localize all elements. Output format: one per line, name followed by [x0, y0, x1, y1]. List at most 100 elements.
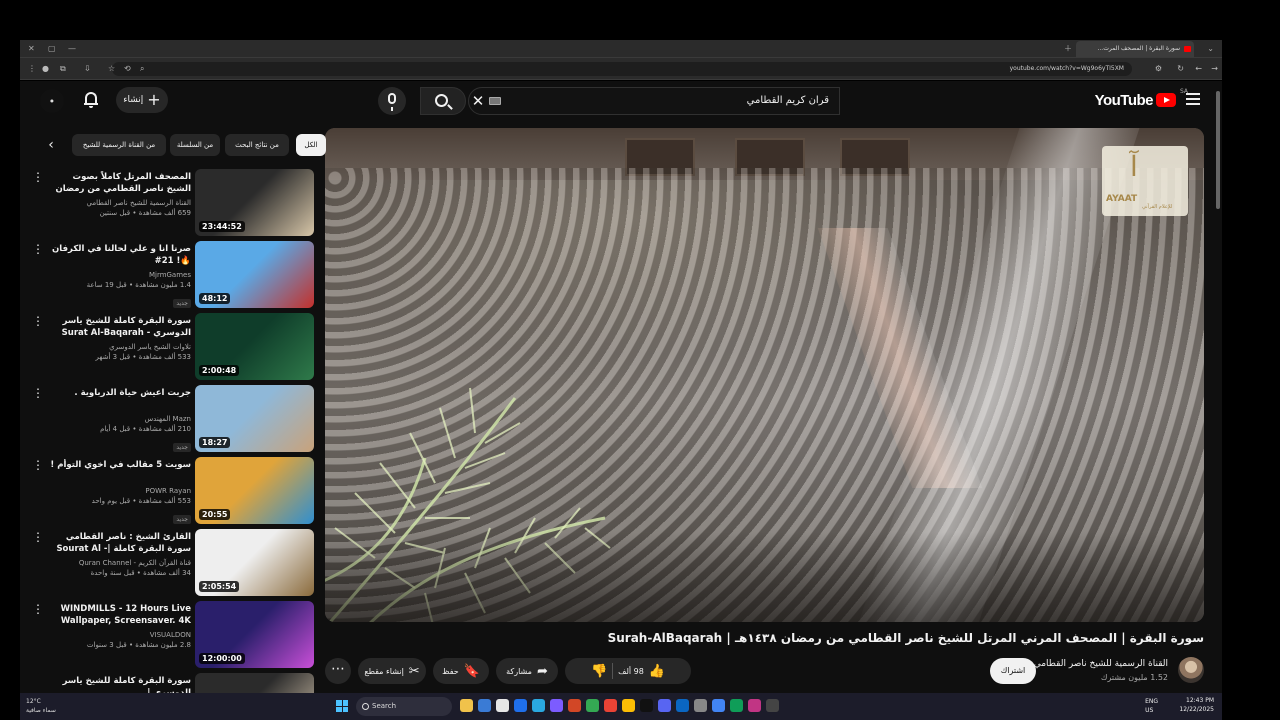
- voice-search-button[interactable]: [378, 87, 406, 115]
- search-button[interactable]: [420, 87, 466, 115]
- share-button[interactable]: ➦ مشاركة: [496, 658, 558, 684]
- list-item[interactable]: 23:44:52 المصحف المرتل كاملاً بصوت الشيخ…: [20, 169, 320, 237]
- video-item-title[interactable]: القارئ الشيخ : ناصر القطامي سورة البقرة …: [46, 531, 191, 555]
- app-icon[interactable]: [748, 699, 761, 712]
- video-item-channel[interactable]: القناة الرسمية للشيخ ناصر القطامي: [46, 198, 191, 208]
- weather-widget[interactable]: 12°C سماء صافية: [26, 697, 56, 715]
- video-item-title[interactable]: سورة البقرة كاملة للشيخ ياسر الدوسري - S…: [46, 315, 191, 339]
- menu-icon[interactable]: ⋮: [28, 62, 36, 76]
- chip-search-results[interactable]: من نتائج البحث: [225, 134, 289, 156]
- taskbar-search-input[interactable]: Search: [356, 697, 452, 716]
- video-item-channel[interactable]: POWR Rayan: [46, 486, 191, 496]
- app-icon[interactable]: [658, 699, 671, 712]
- channel-name[interactable]: القناة الرسمية للشيخ ناصر القطامي: [1019, 659, 1168, 669]
- keyboard-icon[interactable]: [489, 97, 501, 105]
- minimize-window-icon[interactable]: —: [68, 42, 76, 56]
- list-item[interactable]: 18:27 جربت اعيش حياة الدرباوية . Mazn الم…: [20, 385, 320, 453]
- video-item-title[interactable]: WINDMILLS - 12 Hours Live Wallpaper, Scr…: [46, 603, 191, 627]
- taskbar-clock[interactable]: 12:43 PM 12/22/2025: [1179, 696, 1214, 714]
- chip-series[interactable]: من السلسلة: [170, 134, 220, 156]
- list-item[interactable]: 20:55 سويت 5 مقالب في اخوي التوأم ! POWR …: [20, 457, 320, 525]
- list-item[interactable]: 12:00:00 WINDMILLS - 12 Hours Live Wallp…: [20, 601, 320, 669]
- item-menu-icon[interactable]: ⋮: [32, 387, 44, 399]
- site-settings-icon[interactable]: ⚙: [1155, 62, 1162, 76]
- downloads-icon[interactable]: ⇩: [84, 62, 91, 76]
- save-button[interactable]: 🔖 حفظ: [433, 658, 489, 684]
- app-icon[interactable]: [478, 699, 491, 712]
- chip-channel[interactable]: من القناة الرسمية للشيخ: [72, 134, 166, 156]
- video-thumbnail[interactable]: 12:00:00: [195, 601, 314, 668]
- app-icon[interactable]: [604, 699, 617, 712]
- clear-search-icon[interactable]: ✕: [468, 87, 488, 115]
- item-menu-icon[interactable]: ⋮: [32, 459, 44, 471]
- app-icon[interactable]: [568, 699, 581, 712]
- video-thumbnail[interactable]: 23:44:52: [195, 169, 314, 236]
- like-count[interactable]: 98 ألف: [618, 667, 644, 676]
- video-item-channel[interactable]: VISUALDON: [46, 630, 191, 640]
- zoom-icon[interactable]: ⌕: [140, 62, 144, 76]
- video-thumbnail[interactable]: 2:05:54: [195, 529, 314, 596]
- video-item-channel[interactable]: Mazn المهندس: [46, 414, 191, 424]
- video-item-title[interactable]: المصحف المرتل كاملاً بصوت الشيخ ناصر الق…: [46, 171, 191, 195]
- video-item-title[interactable]: سورة البقرة كاملة للشيخ ياسر الدوسري |: [46, 675, 191, 693]
- item-menu-icon[interactable]: ⋮: [32, 315, 44, 327]
- video-thumbnail[interactable]: 48:12: [195, 241, 314, 308]
- search-input[interactable]: قران كريم القطامي: [468, 87, 840, 115]
- profile-icon[interactable]: ●: [42, 62, 49, 76]
- video-item-title[interactable]: صرنا انا و علي لحالنا في الكرفان 🔥! 21#: [46, 243, 191, 267]
- more-actions-button[interactable]: ⋯: [325, 658, 351, 684]
- app-icon[interactable]: [586, 699, 599, 712]
- close-window-icon[interactable]: ✕: [28, 42, 35, 56]
- guide-menu-icon[interactable]: [1186, 93, 1200, 105]
- app-icon[interactable]: [496, 699, 509, 712]
- back-icon[interactable]: →: [1211, 62, 1218, 76]
- app-icon[interactable]: [694, 699, 707, 712]
- url-field[interactable]: youtube.com/watch?v=Wg9o6yTI5XM: [112, 62, 1132, 76]
- bookmark-star-icon[interactable]: ☆: [108, 62, 115, 76]
- forward-icon[interactable]: ←: [1195, 62, 1202, 76]
- chip-all[interactable]: الكل: [296, 134, 326, 156]
- video-player[interactable]: آ AYAAT للإعلام القرآني: [325, 128, 1204, 622]
- windows-start-icon[interactable]: [336, 700, 348, 712]
- video-thumbnail[interactable]: [195, 673, 314, 693]
- video-item-title[interactable]: سويت 5 مقالب في اخوي التوأم !: [46, 459, 191, 483]
- youtube-logo[interactable]: YouTube SA: [1095, 88, 1188, 110]
- app-icon[interactable]: [676, 699, 689, 712]
- dislike-icon[interactable]: 👎: [591, 664, 607, 679]
- app-icon[interactable]: [550, 699, 563, 712]
- video-item-channel[interactable]: MjrmGames: [46, 270, 191, 280]
- video-item-channel[interactable]: تلاوات الشيخ ياسر الدوسري: [46, 342, 191, 352]
- video-item-channel[interactable]: قناة القرآن الكريم - Quran Channel: [46, 558, 191, 568]
- list-item[interactable]: 48:12 صرنا انا و علي لحالنا في الكرفان 🔥…: [20, 241, 320, 309]
- list-item[interactable]: 2:05:54 القارئ الشيخ : ناصر القطامي سورة…: [20, 529, 320, 597]
- channel-avatar[interactable]: [1178, 657, 1204, 683]
- reload-icon[interactable]: ↻: [1177, 62, 1184, 76]
- language-indicator[interactable]: ENG US: [1145, 697, 1158, 715]
- new-tab-icon[interactable]: ＋: [1064, 42, 1072, 56]
- video-thumbnail[interactable]: 18:27: [195, 385, 314, 452]
- chevron-left-icon[interactable]: ‹: [42, 134, 60, 156]
- app-icon[interactable]: [712, 699, 725, 712]
- item-menu-icon[interactable]: ⋮: [32, 243, 44, 255]
- list-item[interactable]: سورة البقرة كاملة للشيخ ياسر الدوسري |: [20, 673, 320, 693]
- app-icon[interactable]: [766, 699, 779, 712]
- item-menu-icon[interactable]: ⋮: [32, 603, 44, 615]
- item-menu-icon[interactable]: ⋮: [32, 171, 44, 183]
- app-icon[interactable]: [460, 699, 473, 712]
- subscribe-button[interactable]: اشتراك: [990, 658, 1036, 684]
- account-avatar[interactable]: ●: [40, 89, 64, 113]
- video-item-title[interactable]: جربت اعيش حياة الدرباوية .: [46, 387, 191, 411]
- app-icon[interactable]: [622, 699, 635, 712]
- browser-tab-active[interactable]: سورة البقرة | المصحف المرت...: [1076, 41, 1194, 57]
- extensions-icon[interactable]: ⧉: [60, 62, 66, 76]
- list-item[interactable]: 2:00:48 سورة البقرة كاملة للشيخ ياسر الد…: [20, 313, 320, 381]
- app-icon[interactable]: [532, 699, 545, 712]
- item-menu-icon[interactable]: ⋮: [32, 531, 44, 543]
- create-button[interactable]: إنشاء +: [116, 87, 168, 113]
- translate-icon[interactable]: ⟲: [124, 62, 131, 76]
- video-thumbnail[interactable]: 2:00:48: [195, 313, 314, 380]
- tab-search-icon[interactable]: ⌄: [1207, 42, 1214, 56]
- restore-window-icon[interactable]: ▢: [48, 42, 56, 56]
- app-icon[interactable]: [730, 699, 743, 712]
- notifications-bell-icon[interactable]: [84, 91, 98, 109]
